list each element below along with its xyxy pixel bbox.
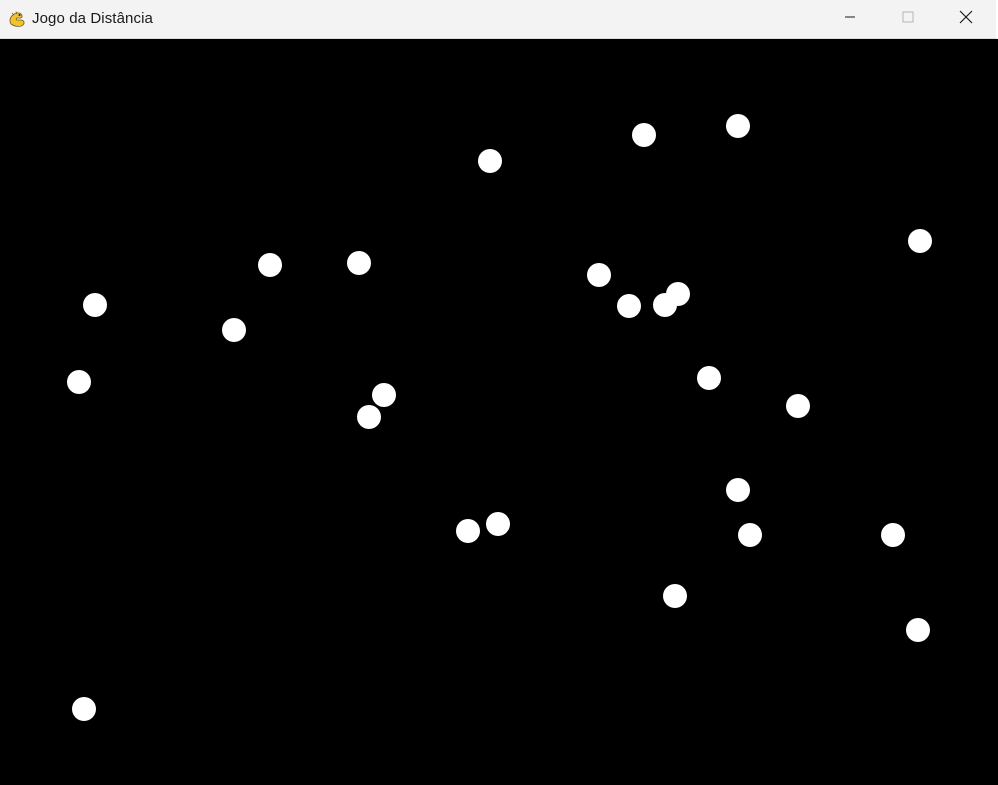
dot-9	[617, 294, 641, 318]
maximize-button	[879, 0, 937, 38]
dots-layer	[67, 114, 932, 721]
dot-24	[906, 618, 930, 642]
pygame-snake-icon	[7, 9, 27, 29]
dot-20	[486, 512, 510, 536]
dot-16	[357, 405, 381, 429]
dot-2	[726, 114, 750, 138]
dot-19	[456, 519, 480, 543]
app-window: Jogo da Distância	[0, 0, 998, 785]
dot-21	[738, 523, 762, 547]
dot-25	[72, 697, 96, 721]
game-canvas[interactable]	[0, 39, 998, 785]
dot-11	[83, 293, 107, 317]
maximize-icon	[902, 10, 914, 28]
dot-3	[478, 149, 502, 173]
dot-23	[663, 584, 687, 608]
dot-6	[347, 251, 371, 275]
close-icon	[959, 10, 973, 29]
dot-5	[258, 253, 282, 277]
dot-13	[67, 370, 91, 394]
title-bar[interactable]: Jogo da Distância	[0, 0, 998, 39]
dot-18	[726, 478, 750, 502]
dot-7	[587, 263, 611, 287]
dot-14	[697, 366, 721, 390]
dot-22	[881, 523, 905, 547]
minimize-icon	[844, 10, 856, 28]
close-button[interactable]	[937, 0, 995, 38]
window-title: Jogo da Distância	[32, 10, 153, 27]
dot-15	[372, 383, 396, 407]
dot-17	[786, 394, 810, 418]
dot-4	[908, 229, 932, 253]
dot-12	[222, 318, 246, 342]
minimize-button[interactable]	[821, 0, 879, 38]
dot-1	[632, 123, 656, 147]
dot-10	[653, 293, 677, 317]
